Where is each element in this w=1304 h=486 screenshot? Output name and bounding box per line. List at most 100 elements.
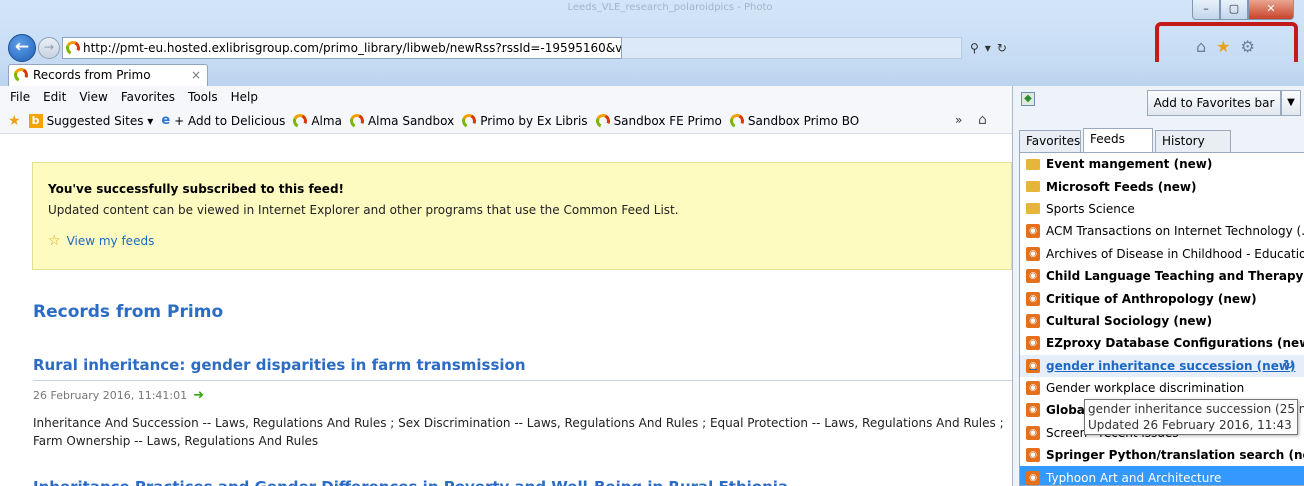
feed-label: Archives of Disease in Childhood - Educa… — [1046, 246, 1304, 261]
menu-edit[interactable]: Edit — [43, 90, 66, 104]
chevron-down-icon[interactable]: ▾ — [985, 41, 991, 55]
feed-list-item[interactable]: ◉ Critique of Anthropology (new) — [1020, 287, 1304, 309]
search-icon[interactable]: ⚲ — [970, 41, 979, 55]
feed-label: Global — [1046, 403, 1090, 418]
feed-item-title-link[interactable]: Rural inheritance: gender disparities in… — [33, 356, 526, 374]
feed-label: ACM Transactions on Internet Technology … — [1046, 224, 1304, 239]
add-to-favorites-bar-button[interactable]: Add to Favorites bar — [1147, 90, 1281, 116]
primo-icon — [593, 111, 612, 130]
view-my-feeds-link[interactable]: ☆ View my feeds — [48, 233, 154, 249]
folder-icon — [1026, 158, 1040, 170]
address-bar-extension[interactable] — [622, 37, 962, 59]
window-controls: – ▢ ✕ — [1192, 0, 1294, 20]
tooltip-line-1: gender inheritance succession (25 new) — [1088, 402, 1304, 416]
feed-list-item[interactable]: Sports Science — [1020, 198, 1304, 220]
menu-view[interactable]: View — [79, 90, 107, 104]
fav-label: Sandbox Primo BO — [747, 113, 860, 128]
refresh-icon[interactable]: ↻ — [997, 41, 1007, 55]
rss-icon: ◉ — [1026, 403, 1040, 418]
date-text: 26 February 2016, 11:41:01 — [33, 389, 188, 402]
feed-label: Sports Science — [1046, 201, 1135, 216]
rss-icon: ◉ — [1026, 291, 1040, 306]
feed-list-item[interactable]: ◉ Springer Python/translation search (new… — [1020, 444, 1304, 466]
notice-title: You've successfully subscribed to this f… — [48, 182, 345, 196]
ie-page-icon: e — [161, 113, 171, 128]
feed-label: gender inheritance succession (new) — [1046, 358, 1296, 373]
tab-favorites[interactable]: Favorites — [1019, 130, 1081, 152]
feed-item-date: 26 February 2016, 11:41:01 ➜ — [33, 388, 204, 403]
feed-list-item[interactable]: ◉ Cultural Sociology (new) — [1020, 310, 1304, 332]
arrow-right-icon[interactable]: ➜ — [193, 388, 204, 403]
menu-file[interactable]: File — [10, 90, 30, 104]
menu-favorites[interactable]: Favorites — [121, 90, 175, 104]
primo-icon — [727, 111, 746, 130]
feed-tooltip: gender inheritance succession (25 new) U… — [1084, 399, 1304, 435]
tab-label: Records from Primo — [33, 68, 151, 82]
fav-sandbox-primo-bo[interactable]: Sandbox Primo BO — [727, 111, 860, 130]
maximize-button[interactable]: ▢ — [1220, 0, 1248, 20]
feed-list-item[interactable]: ◉ ACM Transactions on Internet Technology… — [1020, 220, 1304, 242]
feed-label: Critique of Anthropology (new) — [1046, 291, 1257, 306]
feed-list-item[interactable]: ◉ Gender workplace discrimination — [1020, 377, 1304, 399]
feed-title: Records from Primo — [33, 302, 224, 322]
fav-alma[interactable]: Alma — [291, 111, 342, 130]
view-feeds-label: View my feeds — [66, 234, 155, 248]
feed-item-description: Inheritance And Succession -- Laws, Regu… — [33, 416, 1004, 448]
feed-list-item[interactable]: ◉ Archives of Disease in Childhood - Educ… — [1020, 243, 1304, 265]
favorites-overflow-button[interactable]: » — [955, 113, 962, 127]
notice-text: Updated content can be viewed in Interne… — [48, 203, 679, 217]
feed-list-item[interactable]: ◉ EZproxy Database Configurations (new) — [1020, 332, 1304, 354]
feed-list-item[interactable]: ◉ Child Language Teaching and Therapy (ne… — [1020, 265, 1304, 287]
home-icon[interactable]: ⌂ — [978, 112, 987, 128]
favorites-star-icon[interactable]: ★ — [8, 113, 21, 129]
feed-item-title-link[interactable]: Inheritance Practices and Gender Differe… — [33, 478, 788, 486]
forward-button[interactable]: → — [38, 37, 60, 59]
subscription-notice: You've successfully subscribed to this f… — [32, 162, 1012, 270]
folder-icon — [1026, 181, 1040, 193]
tab-records-from-primo[interactable]: Records from Primo × — [8, 64, 208, 86]
fav-label: Alma — [311, 113, 342, 128]
rss-icon: ◉ — [1026, 381, 1040, 396]
fav-sandbox-fe-primo[interactable]: Sandbox FE Primo — [593, 111, 722, 130]
star-icon: ☆ — [48, 233, 61, 249]
rss-icon: ◉ — [1026, 425, 1040, 440]
close-button[interactable]: ✕ — [1248, 0, 1294, 20]
rss-icon: ◉ — [1026, 470, 1040, 485]
fav-label: Primo by Ex Libris — [480, 113, 588, 128]
fav-label: + Add to Delicious — [174, 113, 286, 128]
fav-suggested-sites[interactable]: b Suggested Sites ▾ — [28, 113, 153, 128]
tab-close-icon[interactable]: × — [191, 65, 201, 85]
rss-icon: ◉ — [1026, 313, 1040, 328]
tab-history[interactable]: History — [1155, 130, 1231, 152]
address-bar[interactable]: http://pmt-eu.hosted.exlibrisgroup.com/p… — [62, 37, 622, 59]
rss-icon: ◉ — [1026, 448, 1040, 463]
address-text: http://pmt-eu.hosted.exlibrisgroup.com/p… — [83, 41, 622, 55]
feed-label: Child Language Teaching and Therapy (new… — [1046, 269, 1304, 284]
fav-primo-by-ex-libris[interactable]: Primo by Ex Libris — [460, 111, 588, 130]
feed-list-item[interactable]: Microsoft Feeds (new) — [1020, 175, 1304, 197]
back-button[interactable]: ← — [8, 34, 36, 62]
menu-help[interactable]: Help — [231, 90, 258, 104]
pin-icon[interactable]: ◆ — [1021, 92, 1035, 106]
chevron-down-icon[interactable]: ▼ — [1281, 90, 1301, 116]
fav-add-to-delicious[interactable]: e + Add to Delicious — [161, 113, 285, 128]
rss-icon: ◉ — [1026, 269, 1040, 284]
feed-list-item[interactable]: ◉ Typhoon Art and Architecture — [1020, 466, 1304, 485]
favorites-bar: ★ b Suggested Sites ▾ e + Add to Delicio… — [0, 108, 1012, 134]
tooltip-line-2: Updated 26 February 2016, 11:43 — [1088, 418, 1292, 432]
refresh-feed-icon[interactable]: ↻ — [1283, 358, 1294, 373]
tab-feeds[interactable]: Feeds — [1083, 128, 1153, 152]
search-controls[interactable]: ⚲ ▾ ↻ — [962, 37, 1062, 59]
feed-label: Event mangement (new) — [1046, 157, 1213, 172]
primo-icon — [12, 66, 30, 84]
feed-label: Cultural Sociology (new) — [1046, 313, 1213, 328]
fav-label: Alma Sandbox — [367, 113, 455, 128]
bing-icon: b — [28, 113, 43, 128]
feed-list-item[interactable]: ◉ gender inheritance succession (new) ↻ — [1020, 354, 1304, 377]
page-content: You've successfully subscribed to this f… — [0, 134, 1012, 486]
menu-tools[interactable]: Tools — [188, 90, 218, 104]
feed-list-item[interactable]: Event mangement (new) — [1020, 153, 1304, 175]
minimize-button[interactable]: – — [1192, 0, 1220, 20]
divider — [33, 380, 1012, 381]
fav-alma-sandbox[interactable]: Alma Sandbox — [347, 111, 455, 130]
